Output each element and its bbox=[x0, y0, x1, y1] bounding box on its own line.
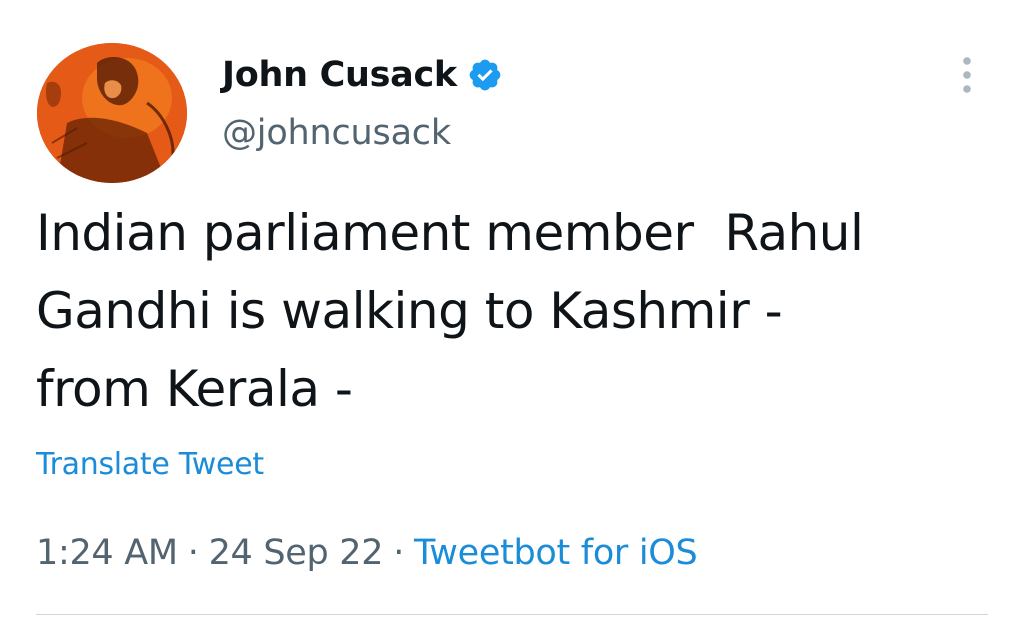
avatar[interactable] bbox=[37, 43, 187, 183]
author-display-name[interactable]: John Cusack bbox=[222, 55, 457, 95]
translate-tweet-link[interactable]: Translate Tweet bbox=[36, 447, 264, 482]
verified-badge-icon bbox=[467, 57, 503, 93]
author-name-row: John Cusack bbox=[222, 52, 503, 98]
tweet-text-line: Gandhi is walking to Kashmir - bbox=[36, 282, 783, 340]
tweet-date[interactable]: 24 Sep 22 bbox=[209, 533, 384, 573]
more-options-button[interactable] bbox=[954, 56, 980, 94]
tweet-text-line: from Kerala - bbox=[36, 360, 353, 418]
tweet-text-line: Indian parliament member Rahul bbox=[36, 204, 864, 262]
more-vertical-icon bbox=[963, 57, 971, 93]
tweet-metadata: 1:24 AM · 24 Sep 22 · Tweetbot for iOS bbox=[36, 533, 698, 573]
tweet-text: Indian parliament member Rahul Gandhi is … bbox=[36, 194, 996, 428]
author-handle[interactable]: @johncusack bbox=[222, 113, 451, 153]
divider bbox=[36, 614, 988, 615]
meta-separator: · bbox=[187, 533, 199, 573]
meta-separator: · bbox=[393, 533, 405, 573]
tweet-source-link[interactable]: Tweetbot for iOS bbox=[414, 533, 698, 573]
tweet-time[interactable]: 1:24 AM bbox=[36, 533, 178, 573]
